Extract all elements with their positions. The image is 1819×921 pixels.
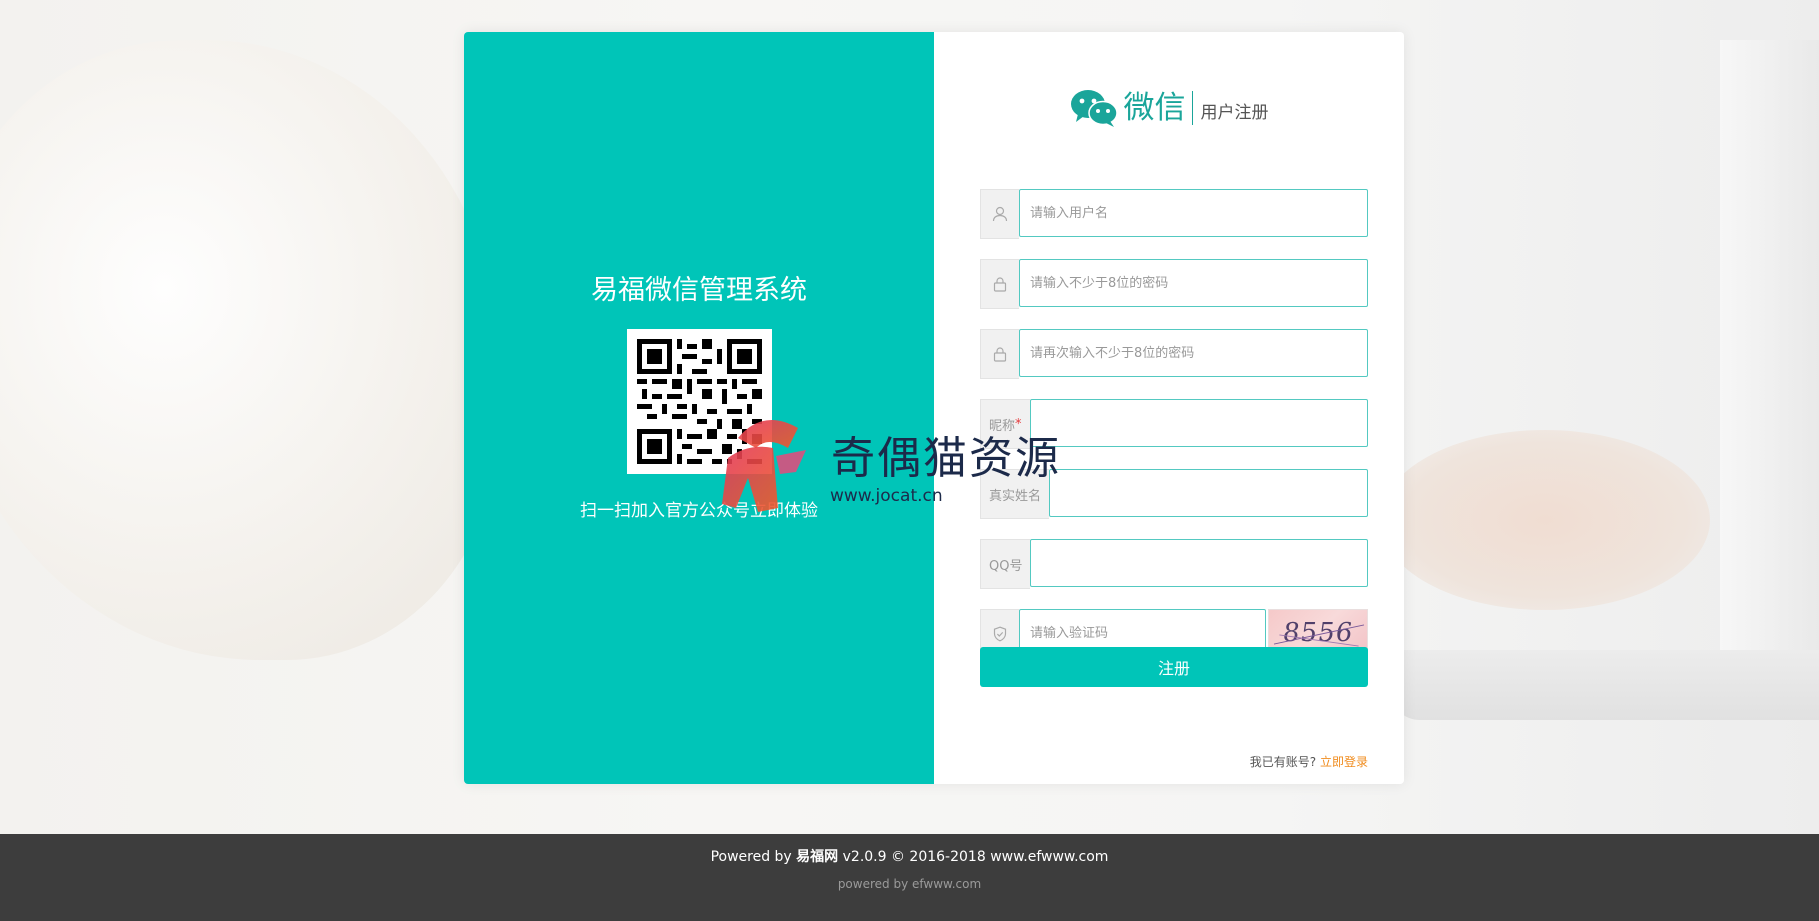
- lock-icon: [980, 259, 1019, 309]
- login-link[interactable]: 立即登录: [1320, 755, 1368, 769]
- qq-row: QQ号: [980, 539, 1368, 589]
- footer-powered-prefix: Powered by: [710, 849, 797, 865]
- register-button[interactable]: 注册: [980, 647, 1368, 687]
- footer-sub: powered by efwww.com: [837, 877, 982, 891]
- username-row: [980, 189, 1368, 239]
- footer-powered-suffix: v2.0.9 © 2016-2018 www.efwww.com: [838, 849, 1109, 865]
- system-title: 易福微信管理系统: [591, 275, 807, 306]
- wechat-logo: 微信 用户注册: [934, 88, 1404, 128]
- watermark-url: www.jocat.cn: [830, 486, 943, 506]
- username-input[interactable]: [1019, 189, 1368, 237]
- page-subtitle: 用户注册: [1200, 102, 1269, 123]
- watermark: 奇偶猫资源 www.jocat.cn: [718, 408, 1098, 518]
- footer: Powered by 易福网 v2.0.9 © 2016-2018 www.ef…: [0, 834, 1819, 921]
- confirm-password-row: [980, 329, 1368, 379]
- watermark-logo-icon: [722, 420, 806, 512]
- footer-copyright: Powered by 易福网 v2.0.9 © 2016-2018 www.ef…: [0, 846, 1819, 866]
- qq-label: QQ号: [980, 539, 1031, 589]
- qq-input[interactable]: [1030, 539, 1368, 587]
- user-icon: [980, 189, 1019, 239]
- password-row: [980, 259, 1368, 309]
- password-input[interactable]: [1019, 259, 1368, 307]
- brand-text: 微信: [1124, 91, 1193, 125]
- have-account-text: 我已有账号?: [1249, 755, 1317, 769]
- watermark-title: 奇偶猫资源: [831, 433, 1061, 484]
- login-hint: 我已有账号? 立即登录: [1250, 753, 1368, 770]
- wechat-icon: [1070, 90, 1118, 127]
- lock-icon: [980, 329, 1019, 379]
- footer-brand: 易福网: [796, 849, 839, 865]
- confirm-password-input[interactable]: [1019, 329, 1368, 377]
